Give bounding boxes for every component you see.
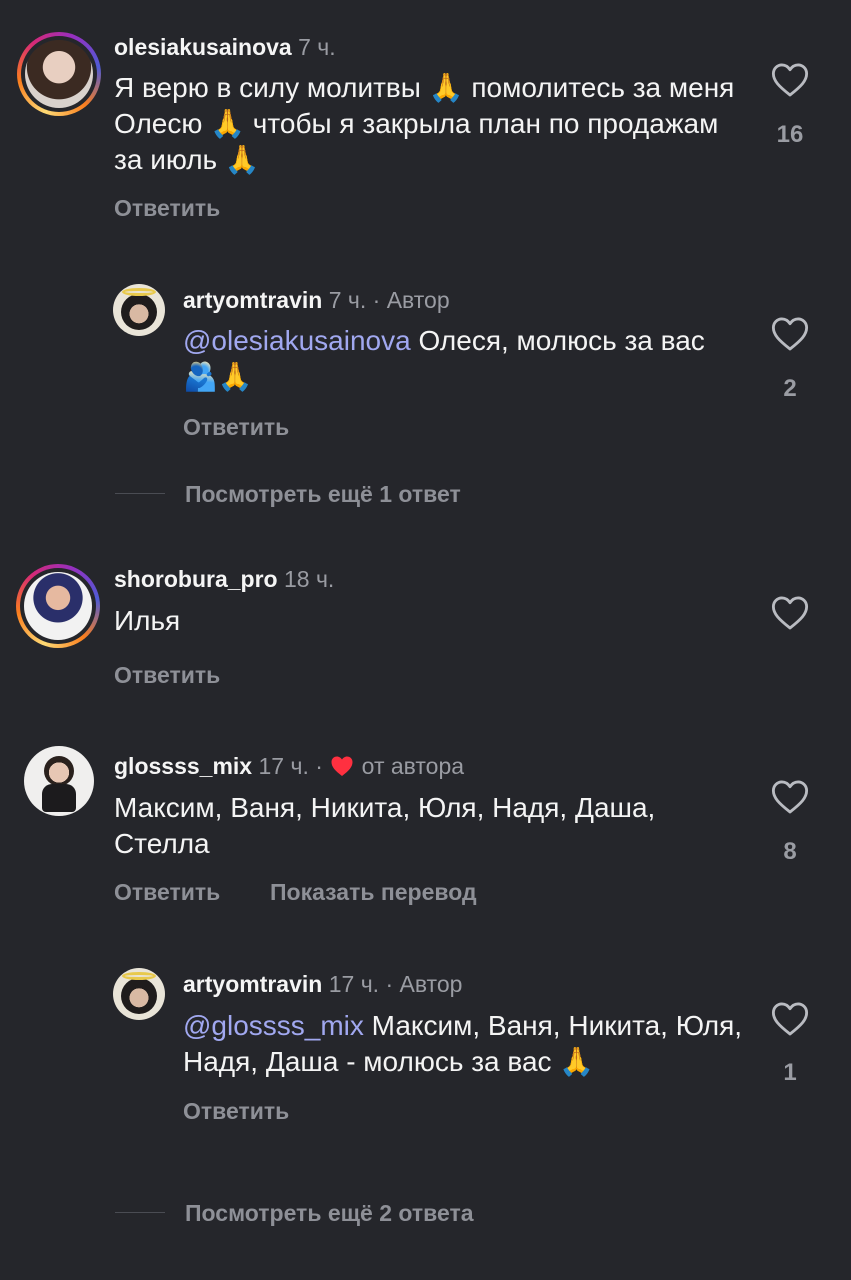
comment-text: Максим, Ваня, Никита, Юля, Надя, Даша, С… [114, 792, 656, 859]
comment-header: shorobura_pro 18 ч. [114, 566, 334, 593]
timestamp: 18 ч. [283, 566, 335, 592]
mention-link[interactable]: @olesiakusainova [183, 325, 411, 356]
avatar[interactable] [24, 746, 94, 816]
username[interactable]: artyomtravin [183, 287, 322, 313]
comment-text: Илья [114, 605, 181, 636]
comment-header: glossss_mix 17 ч. · от автора [114, 753, 464, 780]
comments-page: olesiakusainova 7 ч. Я верю в силу молит… [0, 0, 851, 1280]
avatar[interactable] [16, 564, 100, 648]
username[interactable]: shorobura_pro [114, 566, 278, 592]
timestamp: 7 ч. [298, 34, 336, 60]
like-count: 8 [783, 838, 797, 865]
heart-filled-icon [331, 756, 353, 776]
liked-by-author-label: от автора [361, 753, 465, 779]
comment-header: artyomtravin 17 ч. · Автор [183, 971, 462, 998]
timestamp: 17 ч. · [258, 753, 323, 779]
heart-outline-icon[interactable] [771, 779, 809, 815]
reply-button[interactable]: Ответить [183, 1098, 289, 1125]
reply-button[interactable]: Ответить [183, 414, 289, 441]
username[interactable]: artyomtravin [183, 971, 322, 997]
avatar[interactable] [113, 284, 165, 336]
avatar[interactable] [113, 968, 165, 1020]
like-count: 2 [783, 375, 797, 402]
username[interactable]: glossss_mix [114, 753, 252, 779]
mention-link[interactable]: @glossss_mix [183, 1010, 364, 1041]
comment-text: @olesiakusainova Олеся, молюсь за вас 🫂🙏 [183, 323, 723, 395]
heart-outline-icon[interactable] [771, 595, 809, 631]
view-more-divider [115, 493, 165, 494]
heart-outline-icon[interactable] [771, 316, 809, 352]
reply-button[interactable]: Ответить [114, 879, 220, 906]
comment-header: artyomtravin 7 ч. · Автор [183, 287, 450, 314]
avatar[interactable] [17, 32, 101, 116]
comment-text: Я верю в силу молитвы 🙏 помолитесь за ме… [114, 72, 735, 175]
heart-outline-icon[interactable] [771, 62, 809, 98]
like-count: 1 [783, 1059, 797, 1086]
reply-button[interactable]: Ответить [114, 195, 220, 222]
comment-text: @glossss_mix Максим, Ваня, Никита, Юля, … [183, 1008, 743, 1080]
heart-outline-icon[interactable] [771, 1001, 809, 1037]
show-translation-button[interactable]: Показать перевод [270, 879, 477, 906]
timestamp: 17 ч. · Автор [328, 971, 463, 997]
timestamp: 7 ч. · Автор [328, 287, 450, 313]
reply-button[interactable]: Ответить [114, 662, 220, 689]
view-more-replies-button[interactable]: Посмотреть ещё 2 ответа [185, 1200, 474, 1227]
view-more-replies-button[interactable]: Посмотреть ещё 1 ответ [185, 481, 461, 508]
like-count: 16 [776, 121, 804, 148]
comment-header: olesiakusainova 7 ч. [114, 34, 336, 61]
view-more-divider [115, 1212, 165, 1213]
username[interactable]: olesiakusainova [114, 34, 292, 60]
